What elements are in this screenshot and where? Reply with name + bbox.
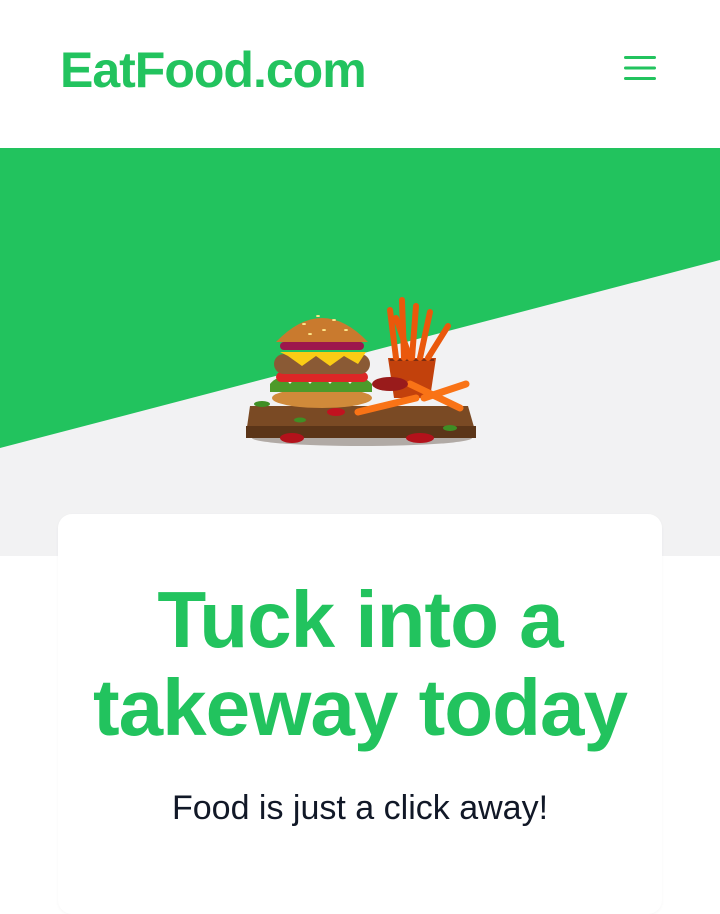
- hero-banner: [0, 148, 720, 556]
- hamburger-menu-icon: [624, 56, 656, 80]
- page-title: Tuck into a takeway today: [93, 575, 628, 752]
- promo-card: Tuck into a takeway today Food is just a…: [58, 514, 662, 914]
- burger-and-fries-icon: [246, 297, 476, 446]
- menu-button[interactable]: [612, 44, 668, 92]
- site-header: EatFood.com: [0, 0, 720, 148]
- site-logo[interactable]: EatFood.com: [60, 40, 367, 100]
- page-subtitle: Food is just a click away!: [171, 789, 549, 827]
